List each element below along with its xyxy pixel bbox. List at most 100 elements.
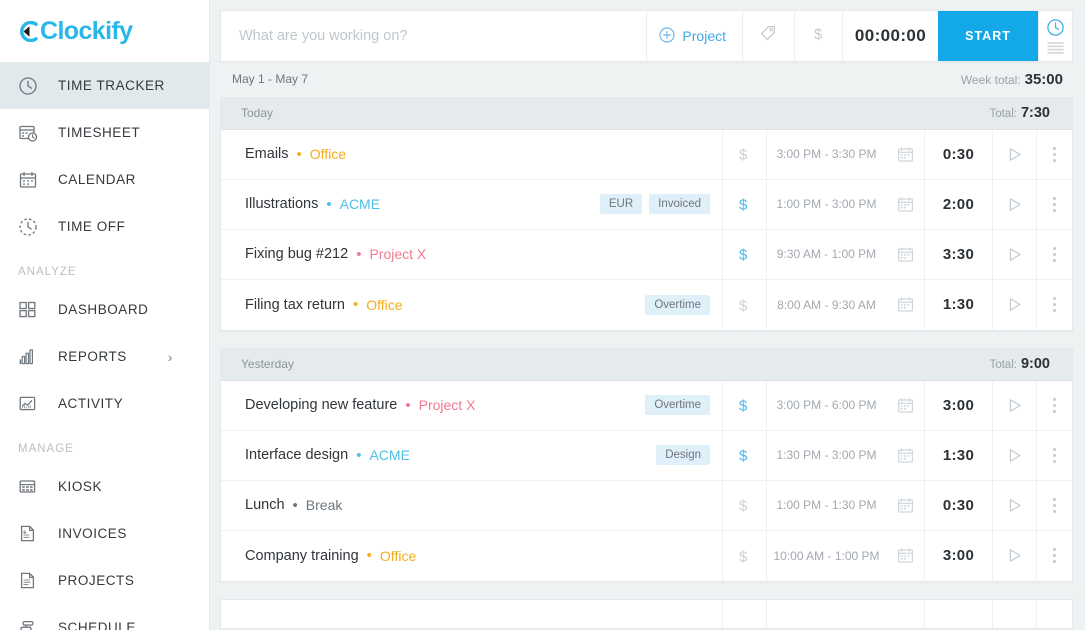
tag-chip[interactable]: Design [656, 445, 710, 466]
tag-chip[interactable]: Overtime [645, 294, 710, 315]
entry-billable-toggle[interactable]: $ [722, 480, 766, 530]
entry-duration[interactable]: 1:30 [924, 430, 992, 480]
entry-billable-toggle[interactable] [722, 599, 766, 628]
entry-duration[interactable]: 3:00 [924, 530, 992, 581]
entry-time-range[interactable]: 10:00 AM - 1:00 PM [766, 530, 886, 581]
calendar-icon[interactable] [886, 600, 924, 628]
tag-chip[interactable]: EUR [599, 194, 643, 215]
play-icon[interactable] [992, 599, 1036, 628]
sidebar-item-time-off[interactable]: TIME OFF [0, 203, 209, 250]
entry-title[interactable]: Developing new feature [245, 397, 397, 413]
task-description-input[interactable] [221, 11, 647, 61]
entry-more-menu[interactable] [1036, 599, 1072, 628]
entry-description[interactable]: Filing tax return • Office [221, 280, 645, 330]
entry-description[interactable] [221, 600, 722, 628]
entry-more-menu[interactable] [1036, 229, 1072, 279]
entry-billable-toggle[interactable]: $ [722, 179, 766, 229]
entry-project[interactable]: Office [366, 297, 402, 313]
tag-chip[interactable]: Overtime [645, 395, 710, 416]
sidebar-item-time-tracker[interactable]: TIME TRACKER [0, 62, 209, 109]
entry-title[interactable]: Emails [245, 146, 289, 162]
tag-chip[interactable]: Invoiced [649, 194, 710, 215]
entry-title[interactable]: Lunch [245, 497, 285, 513]
entry-duration[interactable]: 0:30 [924, 129, 992, 179]
sidebar-item-calendar[interactable]: CALENDAR [0, 156, 209, 203]
start-timer-button[interactable]: START [938, 11, 1038, 61]
entry-title[interactable]: Interface design [245, 447, 348, 463]
sidebar-item-reports[interactable]: REPORTS › [0, 333, 209, 380]
entry-description[interactable]: Interface design • ACME [221, 431, 656, 480]
sidebar-item-projects[interactable]: PROJECTS [0, 557, 209, 604]
calendar-icon[interactable] [886, 431, 924, 480]
calendar-icon[interactable] [886, 180, 924, 229]
calendar-icon[interactable] [886, 230, 924, 279]
entry-time-range[interactable]: 1:00 PM - 3:00 PM [766, 179, 886, 229]
entry-description[interactable]: Lunch • Break [221, 481, 710, 530]
time-entry-row[interactable]: Fixing bug #212 • Project X $9:30 AM - 1:00… [221, 229, 1072, 280]
time-entry-row[interactable]: Lunch • Break $1:00 PM - 1:30 PM 0:30 [221, 480, 1072, 531]
entry-description[interactable]: Illustrations • ACME [221, 180, 600, 229]
time-entry-row[interactable]: Company training • Office $10:00 AM - 1:00 … [221, 530, 1072, 581]
clock-mode-icon[interactable] [1046, 18, 1065, 37]
app-logo[interactable]: Clockify [0, 0, 209, 62]
add-project-button[interactable]: Project [646, 11, 742, 61]
time-entry-row[interactable]: Emails • Office $3:00 PM - 3:30 PM 0:30 [221, 129, 1072, 180]
entry-billable-toggle[interactable]: $ [722, 430, 766, 480]
play-icon[interactable] [992, 229, 1036, 279]
calendar-icon[interactable] [886, 481, 924, 530]
entry-more-menu[interactable] [1036, 430, 1072, 480]
sidebar-item-kiosk[interactable]: KIOSK [0, 463, 209, 510]
entry-duration[interactable]: 2:00 [924, 179, 992, 229]
sidebar-item-dashboard[interactable]: DASHBOARD [0, 286, 209, 333]
calendar-icon[interactable] [886, 280, 924, 330]
entry-title[interactable]: Fixing bug #212 [245, 246, 348, 262]
time-entry-row[interactable]: Interface design • ACME Design $1:30 PM - 3:… [221, 430, 1072, 481]
entry-project[interactable]: Office [310, 146, 346, 162]
time-entry-row[interactable]: Developing new feature • Project X Overtime… [221, 380, 1072, 431]
entry-description[interactable]: Fixing bug #212 • Project X [221, 230, 710, 279]
play-icon[interactable] [992, 279, 1036, 330]
play-icon[interactable] [992, 380, 1036, 430]
timer-duration-display[interactable]: 00:00:00 [842, 11, 938, 61]
time-entry-row[interactable]: Illustrations • ACME EUR Invoiced $1:00 PM - … [221, 179, 1072, 230]
entry-duration[interactable]: 0:30 [924, 480, 992, 530]
entry-title[interactable]: Illustrations [245, 196, 318, 212]
play-icon[interactable] [992, 530, 1036, 581]
entry-project[interactable]: Project X [419, 397, 476, 413]
entry-more-menu[interactable] [1036, 179, 1072, 229]
entry-time-range[interactable]: 3:00 PM - 3:30 PM [766, 129, 886, 179]
calendar-icon[interactable] [886, 130, 924, 179]
entry-billable-toggle[interactable]: $ [722, 279, 766, 330]
entry-duration[interactable] [924, 599, 992, 628]
sidebar-item-timesheet[interactable]: TIMESHEET [0, 109, 209, 156]
entry-duration[interactable]: 3:30 [924, 229, 992, 279]
play-icon[interactable] [992, 480, 1036, 530]
billable-toggle-button[interactable]: $ [794, 11, 842, 61]
entry-project[interactable]: Project X [369, 246, 426, 262]
entry-more-menu[interactable] [1036, 480, 1072, 530]
entry-billable-toggle[interactable]: $ [722, 380, 766, 430]
sidebar-item-schedule[interactable]: SCHEDULE [0, 604, 209, 630]
entry-description[interactable]: Emails • Office [221, 130, 710, 179]
calendar-icon[interactable] [886, 381, 924, 430]
entry-more-menu[interactable] [1036, 530, 1072, 581]
entry-title[interactable]: Filing tax return [245, 297, 345, 313]
entry-time-range[interactable]: 1:00 PM - 1:30 PM [766, 480, 886, 530]
play-icon[interactable] [992, 179, 1036, 229]
calendar-icon[interactable] [886, 531, 924, 581]
entry-description[interactable]: Company training • Office [221, 531, 710, 581]
manual-list-mode-icon[interactable] [1046, 41, 1065, 54]
sidebar-item-invoices[interactable]: $ INVOICES [0, 510, 209, 557]
entry-time-range[interactable]: 3:00 PM - 6:00 PM [766, 380, 886, 430]
time-entry-row[interactable]: Filing tax return • Office Overtime $8:00 AM… [221, 279, 1072, 330]
entry-duration[interactable]: 1:30 [924, 279, 992, 330]
entry-title[interactable]: Company training [245, 548, 359, 564]
time-entry-row-partial[interactable] [221, 599, 1072, 628]
entry-more-menu[interactable] [1036, 279, 1072, 330]
entry-billable-toggle[interactable]: $ [722, 129, 766, 179]
sidebar-item-activity[interactable]: ACTIVITY [0, 380, 209, 427]
add-tag-button[interactable] [742, 11, 794, 61]
entry-duration[interactable]: 3:00 [924, 380, 992, 430]
entry-project[interactable]: ACME [369, 447, 409, 463]
entry-time-range[interactable]: 8:00 AM - 9:30 AM [766, 279, 886, 330]
